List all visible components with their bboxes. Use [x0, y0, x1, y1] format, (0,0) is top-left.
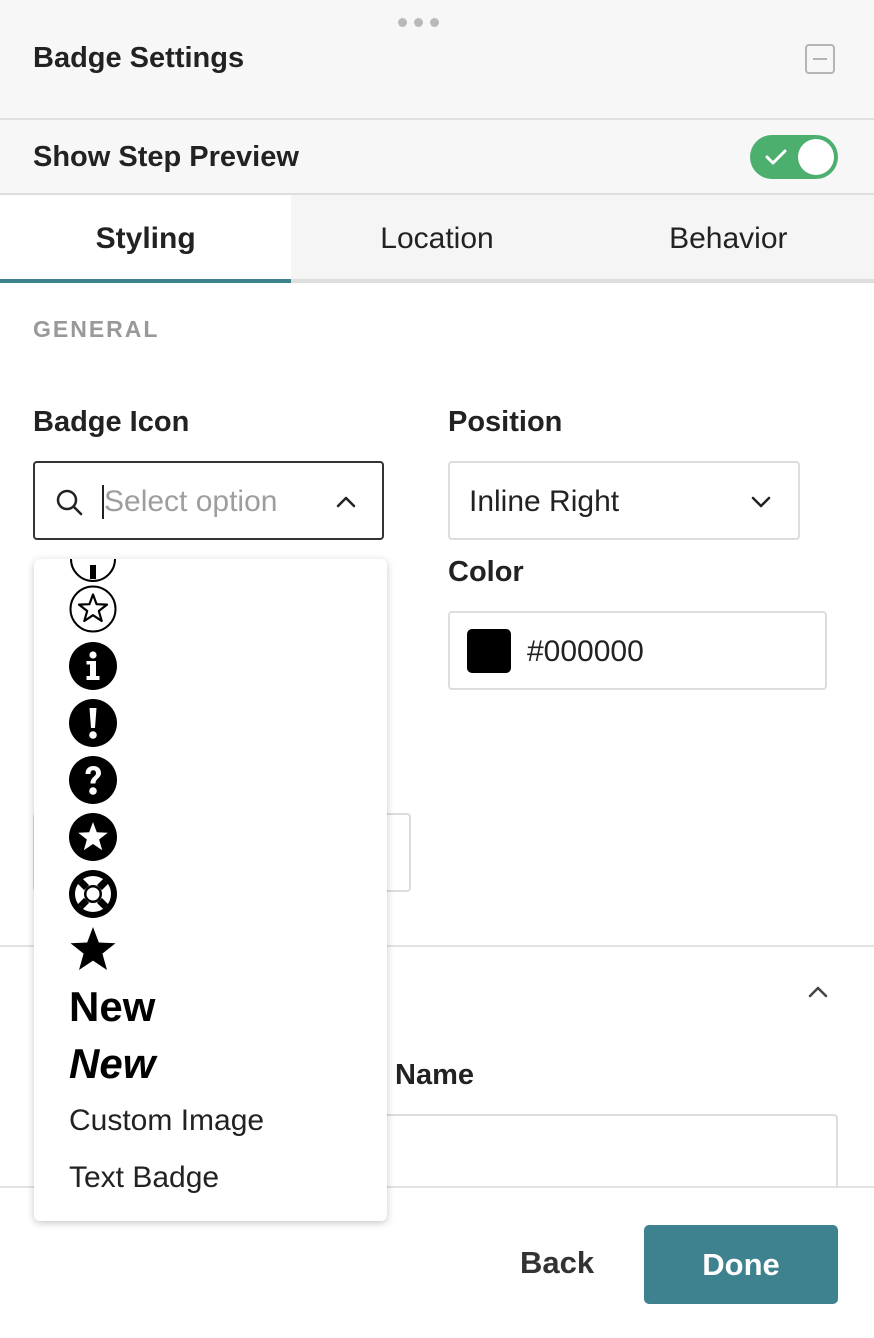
- badge-icon-label: Badge Icon: [33, 406, 190, 438]
- panel-title: Badge Settings: [33, 42, 245, 74]
- back-button[interactable]: Back: [520, 1245, 594, 1281]
- option-new-bold[interactable]: New: [69, 983, 155, 1031]
- life-ring-icon: [69, 870, 117, 918]
- question-circle-icon: [69, 756, 117, 804]
- option-star-solid[interactable]: [69, 926, 117, 974]
- badge-icon-dropdown: New New Custom Image Text Badge: [34, 559, 387, 1221]
- badge-icon-placeholder: Select option: [104, 485, 278, 518]
- drag-handle[interactable]: [398, 18, 439, 27]
- option-circle-partial[interactable]: [69, 559, 117, 583]
- option-question-circle[interactable]: [69, 756, 117, 804]
- panel-header: Badge Settings: [0, 0, 874, 120]
- preview-label: Show Step Preview: [33, 141, 299, 173]
- option-text-badge[interactable]: Text Badge: [69, 1161, 219, 1195]
- tab-behavior[interactable]: Behavior: [583, 195, 874, 279]
- tab-bar: Styling Location Behavior: [0, 195, 874, 283]
- done-button[interactable]: Done: [644, 1225, 838, 1304]
- option-life-ring[interactable]: [69, 870, 117, 918]
- circle-partial-icon: [70, 559, 116, 582]
- badge-icon-select[interactable]: Select option: [33, 461, 384, 540]
- name-label: Name: [395, 1059, 474, 1091]
- option-star-outline-circle[interactable]: [69, 585, 117, 633]
- option-star-circle[interactable]: [69, 813, 117, 861]
- search-icon: [56, 489, 83, 516]
- color-value: #000000: [527, 635, 644, 668]
- star-outline-circle-icon: [69, 585, 117, 633]
- exclamation-circle-icon: [69, 699, 117, 747]
- chevron-down-icon: [751, 496, 771, 508]
- tab-location[interactable]: Location: [291, 195, 582, 279]
- check-icon: [765, 149, 787, 165]
- tab-styling[interactable]: Styling: [0, 195, 292, 283]
- star-circle-icon: [69, 813, 117, 861]
- preview-toggle[interactable]: [750, 135, 838, 179]
- color-label: Color: [448, 556, 524, 588]
- position-value: Inline Right: [469, 485, 620, 518]
- color-picker[interactable]: #000000: [448, 611, 827, 690]
- preview-row: Show Step Preview: [0, 120, 874, 195]
- toggle-knob: [798, 139, 834, 175]
- option-exclamation-circle[interactable]: [69, 699, 117, 747]
- section-label-general: GENERAL: [33, 316, 160, 342]
- info-circle-icon: [69, 642, 117, 690]
- star-solid-icon: [70, 927, 116, 970]
- option-info-circle[interactable]: [69, 642, 117, 690]
- option-new-italic[interactable]: New: [69, 1040, 155, 1088]
- option-custom-image[interactable]: Custom Image: [69, 1104, 264, 1138]
- chevron-up-icon: [336, 496, 356, 508]
- position-select[interactable]: Inline Right: [448, 461, 800, 540]
- chevron-up-icon[interactable]: [806, 980, 830, 1004]
- position-label: Position: [448, 406, 563, 438]
- minimize-button[interactable]: [805, 44, 835, 74]
- color-swatch[interactable]: [467, 629, 511, 673]
